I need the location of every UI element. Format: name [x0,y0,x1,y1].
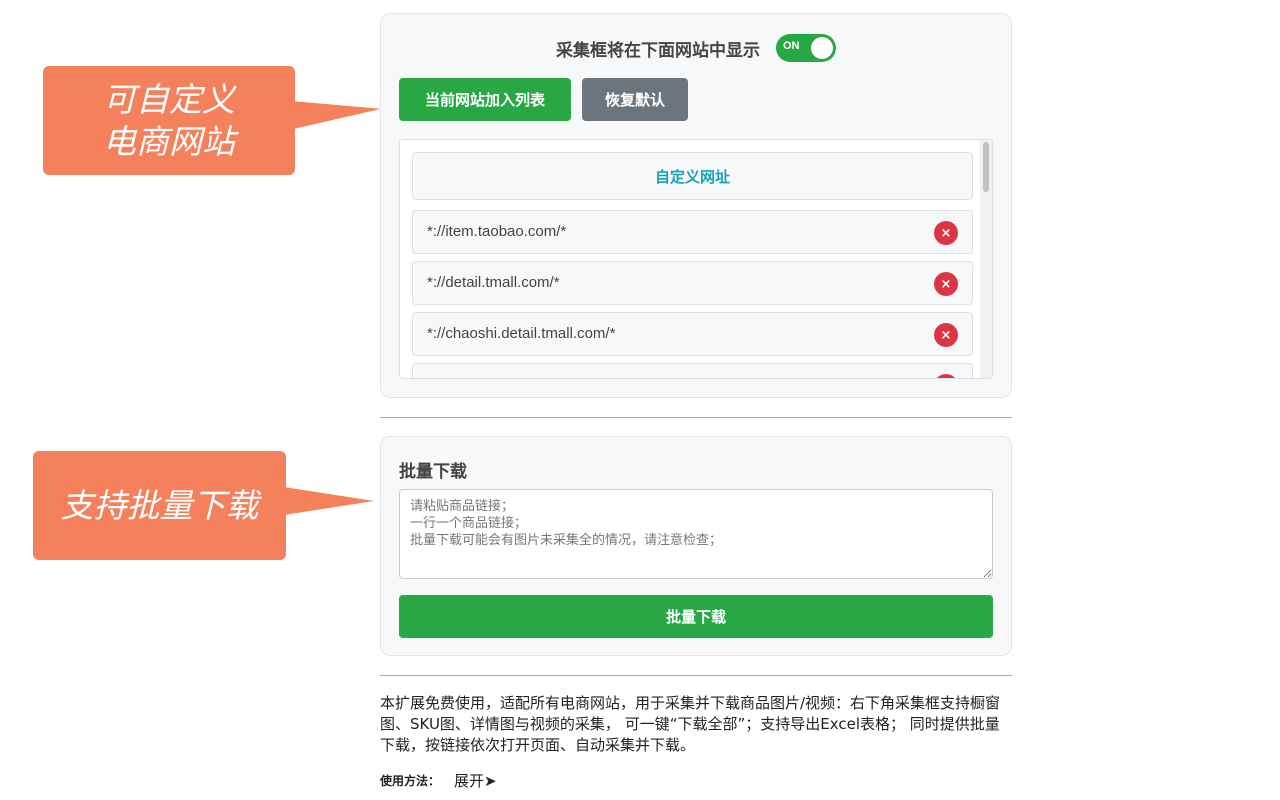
divider [380,675,1012,676]
extension-description: 本扩展免费使用，适配所有电商网站，用于采集并下载商品图片/视频：右下角采集框支持… [380,694,1001,754]
delete-icon[interactable] [934,374,958,378]
list-item: *://item.taobao.com/* × [412,210,973,254]
toggle-row: 采集框将在下面网站中显示 ON [381,34,1011,62]
url-text: *://chaoshi.detail.tmall.com/* [427,325,616,342]
callout-pointer [293,94,381,130]
callout-custom-sites: 可自定义 电商网站 [43,66,381,175]
scrollbar-thumb[interactable] [983,142,989,192]
url-text: *://item.taobao.com/* [427,223,567,240]
delete-icon[interactable]: × [934,272,958,296]
batch-download-panel: 批量下载 批量下载 [380,436,1012,656]
display-toggle-switch[interactable]: ON [776,34,836,62]
callout-batch-download: 支持批量下载 [33,451,374,560]
batch-title: 批量下载 [399,462,467,482]
batch-download-button[interactable]: 批量下载 [399,595,993,638]
expand-link[interactable]: 展开➤ [454,770,497,791]
list-item: *://detail.tmall.com/* × [412,261,973,305]
toggle-state-label: ON [783,40,800,52]
delete-icon[interactable]: × [934,323,958,347]
list-scrollbar[interactable] [980,140,992,378]
callout-pointer [284,487,374,515]
url-text: *://detail.tmall.com/* [427,274,560,291]
custom-url-header[interactable]: 自定义网址 [412,152,973,200]
list-item: *://chaoshi.detail.tmall.com/* × [412,312,973,356]
toggle-knob [811,37,833,59]
site-list-panel: 采集框将在下面网站中显示 ON 当前网站加入列表 恢复默认 自定义网址 *://… [380,13,1012,398]
batch-links-input[interactable] [399,489,993,579]
delete-icon[interactable]: × [934,221,958,245]
usage-label: 使用方法： [380,774,441,788]
add-current-site-button[interactable]: 当前网站加入列表 [399,78,571,121]
toggle-title: 采集框将在下面网站中显示 [556,40,760,61]
url-list[interactable]: 自定义网址 *://item.taobao.com/* × *://detail… [399,139,993,379]
usage-row: 使用方法： 展开➤ [380,770,497,791]
reset-default-button[interactable]: 恢复默认 [582,78,688,121]
divider [380,417,1012,418]
list-item-partial [412,363,973,378]
callout-batch-text: 支持批量下载 [60,485,259,525]
callout-custom-sites-text: 可自定义 电商网站 [103,79,235,161]
